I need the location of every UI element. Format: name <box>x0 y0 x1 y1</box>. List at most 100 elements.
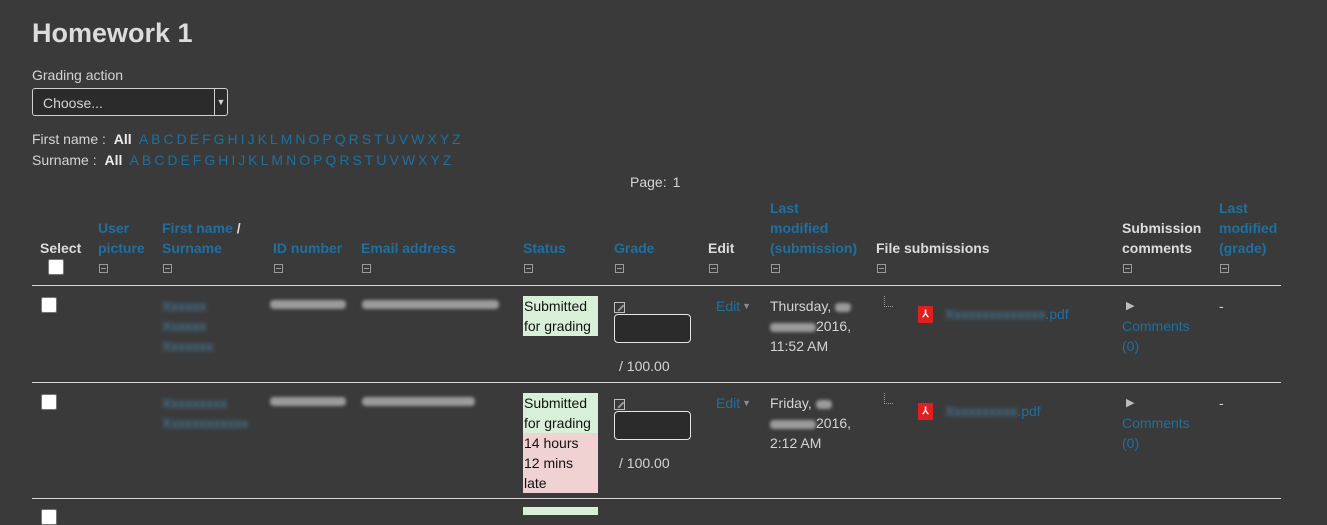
surname-initial-link[interactable]: N <box>286 152 296 168</box>
grade-input[interactable] <box>614 314 691 343</box>
submission-comments[interactable]: ▶ Comments (0) <box>1122 296 1190 356</box>
edit-menu[interactable]: Edit ▼ <box>716 395 751 411</box>
surname-initial-link[interactable]: E <box>180 152 189 168</box>
status-badge: Submitted for grading <box>523 296 598 336</box>
status-line: Submitted <box>523 393 598 413</box>
surname-initial-link[interactable]: Z <box>443 152 452 168</box>
first-name-initial-link[interactable]: S <box>362 131 371 147</box>
first-name-initial-link[interactable]: A <box>139 131 148 147</box>
surname-initial-link[interactable]: Y <box>430 152 439 168</box>
first-name-initial-all[interactable]: All <box>114 131 132 147</box>
surname-initial-link[interactable]: O <box>299 152 310 168</box>
edit-menu[interactable]: Edit ▼ <box>716 298 751 314</box>
collapse-column-icon[interactable] <box>99 264 108 273</box>
surname-initial-link[interactable]: X <box>418 152 427 168</box>
column-status-header[interactable]: Status <box>523 238 566 258</box>
collapse-column-icon[interactable] <box>877 264 886 273</box>
first-name-initial-link[interactable]: J <box>248 131 255 147</box>
surname-initial-link[interactable]: G <box>204 152 215 168</box>
first-name-initial-link[interactable]: K <box>258 131 267 147</box>
first-name-initial-link[interactable]: U <box>386 131 396 147</box>
surname-initial-link[interactable]: R <box>339 152 349 168</box>
first-name-initial-link[interactable]: T <box>374 131 383 147</box>
surname-initial-all[interactable]: All <box>104 152 122 168</box>
surname-initial-link[interactable]: B <box>142 152 151 168</box>
collapse-column-icon[interactable] <box>1123 264 1132 273</box>
first-name-initial-link[interactable]: C <box>164 131 174 147</box>
student-name-link[interactable]: Xxxxxxxxx Xxxxxxxxxxxx <box>162 393 248 433</box>
first-name-initial-link[interactable]: D <box>177 131 187 147</box>
surname-initial-link[interactable]: V <box>389 152 398 168</box>
grade-out-of: / 100.00 <box>619 455 670 471</box>
first-name-initial-link[interactable]: Z <box>452 131 461 147</box>
first-name-initial-link[interactable]: O <box>309 131 320 147</box>
column-user-picture-header[interactable]: User picture <box>98 218 145 258</box>
surname-initial-link[interactable]: H <box>218 152 228 168</box>
column-id-number-header[interactable]: ID number <box>273 238 342 258</box>
select-all-checkbox[interactable] <box>48 259 64 275</box>
student-name-line: Xxxxxxx <box>162 338 214 354</box>
surname-initial-link[interactable]: S <box>352 152 361 168</box>
tree-connector <box>884 296 893 307</box>
collapse-column-icon[interactable] <box>163 264 172 273</box>
column-last-modified-submission-line2: modified <box>770 220 829 236</box>
surname-initial-link[interactable]: W <box>402 152 415 168</box>
row-select-checkbox[interactable] <box>41 509 57 525</box>
first-name-initial-link[interactable]: N <box>295 131 305 147</box>
grade-input[interactable] <box>614 411 691 440</box>
edit-grade-icon[interactable] <box>614 302 625 313</box>
surname-initial-link[interactable]: K <box>248 152 257 168</box>
first-name-initial-link[interactable]: X <box>427 131 436 147</box>
column-email-header[interactable]: Email address <box>361 238 456 258</box>
first-name-initial-link[interactable]: W <box>411 131 424 147</box>
collapse-column-icon[interactable] <box>1220 264 1229 273</box>
surname-initial-link[interactable]: D <box>167 152 177 168</box>
row-select-checkbox[interactable] <box>41 394 57 410</box>
column-grade-header[interactable]: Grade <box>614 238 654 258</box>
collapse-column-icon[interactable] <box>524 264 533 273</box>
submitted-file-link[interactable]: Xxxxxxxxxxxxxx.pdf <box>945 306 1069 322</box>
first-name-initial-link[interactable]: I <box>241 131 245 147</box>
surname-initial-link[interactable]: M <box>271 152 283 168</box>
first-name-initial-link[interactable]: H <box>228 131 238 147</box>
surname-initial-link[interactable]: U <box>376 152 386 168</box>
first-name-initial-link[interactable]: V <box>399 131 408 147</box>
row-select-checkbox[interactable] <box>41 297 57 313</box>
modified-time: 11:52 AM <box>770 338 829 354</box>
first-name-initial-link[interactable]: M <box>281 131 293 147</box>
sort-first-name-link[interactable]: First name <box>162 220 233 236</box>
first-name-initial-link[interactable]: P <box>322 131 331 147</box>
column-select-header: Select <box>40 240 82 256</box>
collapse-column-icon[interactable] <box>615 264 624 273</box>
first-name-initial-link[interactable]: Y <box>440 131 449 147</box>
submitted-file-link[interactable]: Xxxxxxxxxx.pdf <box>945 403 1041 419</box>
collapse-column-icon[interactable] <box>362 264 371 273</box>
submission-comments[interactable]: ▶ Comments (0) <box>1122 393 1190 453</box>
surname-initial-link[interactable]: J <box>238 152 245 168</box>
first-name-initial-link[interactable]: G <box>214 131 225 147</box>
first-name-initial-link[interactable]: E <box>190 131 199 147</box>
first-name-initial-link[interactable]: L <box>270 131 278 147</box>
surname-initial-link[interactable]: L <box>261 152 269 168</box>
column-last-modified-submission-header[interactable]: Last modified (submission) <box>770 198 857 258</box>
id-number-redacted <box>270 300 346 309</box>
surname-initial-link[interactable]: P <box>313 152 322 168</box>
surname-initial-link[interactable]: T <box>365 152 374 168</box>
collapse-column-icon[interactable] <box>709 264 718 273</box>
collapse-column-icon[interactable] <box>771 264 780 273</box>
surname-initial-link[interactable]: Q <box>325 152 336 168</box>
surname-initial-link[interactable]: C <box>154 152 164 168</box>
surname-initial-link[interactable]: I <box>231 152 235 168</box>
student-name-link[interactable]: Xxxxxx Xxxxxx Xxxxxxx <box>162 296 213 356</box>
column-last-modified-grade-header[interactable]: Last modified (grade) <box>1219 198 1277 258</box>
collapse-column-icon[interactable] <box>274 264 283 273</box>
surname-initial-link[interactable]: A <box>130 152 139 168</box>
first-name-initial-link[interactable]: B <box>151 131 160 147</box>
first-name-initial-link[interactable]: R <box>349 131 359 147</box>
first-name-initial-link[interactable]: Q <box>335 131 346 147</box>
grading-action-select[interactable]: Choose... ▼ <box>32 88 228 116</box>
surname-initial-link[interactable]: F <box>193 152 202 168</box>
sort-surname-link[interactable]: Surname <box>162 238 241 258</box>
edit-grade-icon[interactable] <box>614 399 625 410</box>
first-name-initial-link[interactable]: F <box>202 131 211 147</box>
